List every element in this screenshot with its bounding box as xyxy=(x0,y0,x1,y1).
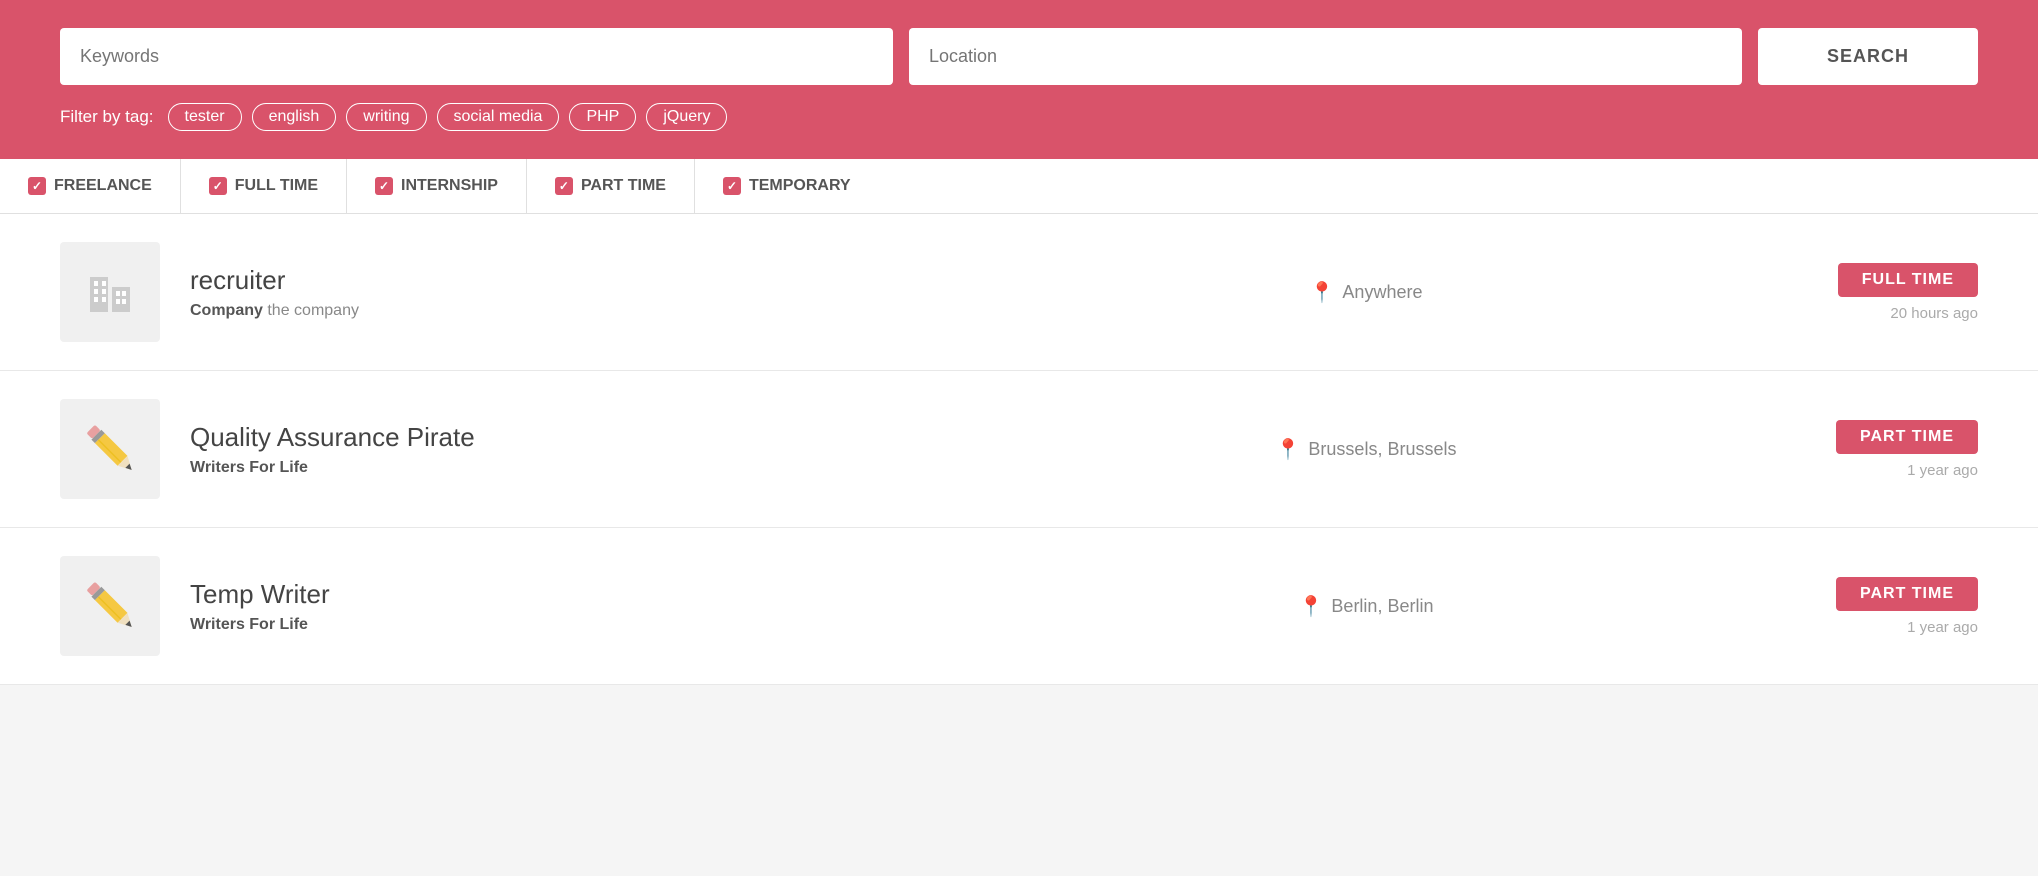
job-location: 📍 Brussels, Brussels xyxy=(984,437,1748,462)
location-pin-icon: 📍 xyxy=(1299,594,1324,619)
job-type-filter-temporary[interactable]: ✓ TEMPORARY xyxy=(695,159,879,213)
location-input[interactable] xyxy=(909,28,1742,85)
job-type-filter-fulltime[interactable]: ✓ FULL TIME xyxy=(181,159,347,213)
listings: recruiter Company the company 📍 Anywhere… xyxy=(0,214,2038,685)
company-name: Writers For Life xyxy=(190,616,308,633)
tag-pill[interactable]: writing xyxy=(346,103,426,131)
job-meta: PART TIME 1 year ago xyxy=(1778,420,1978,479)
checkbox-icon-parttime: ✓ xyxy=(555,177,573,195)
job-row[interactable]: Quality Assurance Pirate Writers For Lif… xyxy=(0,371,2038,528)
job-type-badge: PART TIME xyxy=(1836,577,1978,611)
tag-pill[interactable]: jQuery xyxy=(646,103,727,131)
job-location: 📍 Anywhere xyxy=(984,280,1748,305)
filter-row: Filter by tag: tester english writing socia… xyxy=(60,103,1978,131)
job-title: recruiter xyxy=(190,265,954,296)
job-type-filter-row: ✓ FREELANCE ✓ FULL TIME ✓ INTERNSHIP ✓ P… xyxy=(0,159,2038,214)
checkbox-icon-temporary: ✓ xyxy=(723,177,741,195)
job-info: Temp Writer Writers For Life xyxy=(190,579,954,634)
job-type-badge: PART TIME xyxy=(1836,420,1978,454)
job-time: 1 year ago xyxy=(1907,462,1978,479)
checkbox-icon-freelance: ✓ xyxy=(28,177,46,195)
tag-pill[interactable]: PHP xyxy=(569,103,636,131)
job-company: Company the company xyxy=(190,302,954,320)
tag-pill[interactable]: english xyxy=(252,103,337,131)
job-time: 1 year ago xyxy=(1907,619,1978,636)
job-row[interactable]: recruiter Company the company 📍 Anywhere… xyxy=(0,214,2038,371)
job-time: 20 hours ago xyxy=(1890,305,1978,322)
job-title: Temp Writer xyxy=(190,579,954,610)
location-text: Berlin, Berlin xyxy=(1331,596,1433,617)
location-text: Brussels, Brussels xyxy=(1308,439,1456,460)
location-pin-icon: 📍 xyxy=(1276,437,1301,462)
job-location: 📍 Berlin, Berlin xyxy=(984,594,1748,619)
checkbox-icon-internship: ✓ xyxy=(375,177,393,195)
job-type-label-freelance: FREELANCE xyxy=(54,177,152,195)
app-container: SEARCH Filter by tag: tester english writi… xyxy=(0,0,2038,685)
job-type-filter-parttime[interactable]: ✓ PART TIME xyxy=(527,159,695,213)
job-meta: FULL TIME 20 hours ago xyxy=(1778,263,1978,322)
tags-container: tester english writing social media PHP jQuer… xyxy=(168,103,728,131)
job-info: recruiter Company the company xyxy=(190,265,954,320)
job-type-filter-internship[interactable]: ✓ INTERNSHIP xyxy=(347,159,527,213)
job-type-label-parttime: PART TIME xyxy=(581,177,666,195)
checkbox-icon-fulltime: ✓ xyxy=(209,177,227,195)
job-type-filter-freelance[interactable]: ✓ FREELANCE xyxy=(0,159,181,213)
job-logo xyxy=(60,242,160,342)
filter-by-tag-label: Filter by tag: xyxy=(60,107,154,127)
company-label: Company the company xyxy=(190,302,359,319)
search-bar: SEARCH Filter by tag: tester english writi… xyxy=(0,0,2038,159)
job-type-badge: FULL TIME xyxy=(1838,263,1978,297)
job-company: Writers For Life xyxy=(190,459,954,477)
job-type-label-temporary: TEMPORARY xyxy=(749,177,851,195)
company-name: Writers For Life xyxy=(190,459,308,476)
location-pin-icon: 📍 xyxy=(1310,280,1335,305)
search-button[interactable]: SEARCH xyxy=(1758,28,1978,85)
job-meta: PART TIME 1 year ago xyxy=(1778,577,1978,636)
tag-pill[interactable]: social media xyxy=(437,103,560,131)
search-row: SEARCH xyxy=(60,28,1978,85)
job-info: Quality Assurance Pirate Writers For Lif… xyxy=(190,422,954,477)
tag-pill[interactable]: tester xyxy=(168,103,242,131)
job-row[interactable]: Temp Writer Writers For Life 📍 Berlin, B… xyxy=(0,528,2038,685)
job-logo xyxy=(60,399,160,499)
job-logo xyxy=(60,556,160,656)
keywords-input[interactable] xyxy=(60,28,893,85)
job-type-label-fulltime: FULL TIME xyxy=(235,177,318,195)
job-type-label-internship: INTERNSHIP xyxy=(401,177,498,195)
job-title: Quality Assurance Pirate xyxy=(190,422,954,453)
location-text: Anywhere xyxy=(1342,282,1422,303)
job-company: Writers For Life xyxy=(190,616,954,634)
